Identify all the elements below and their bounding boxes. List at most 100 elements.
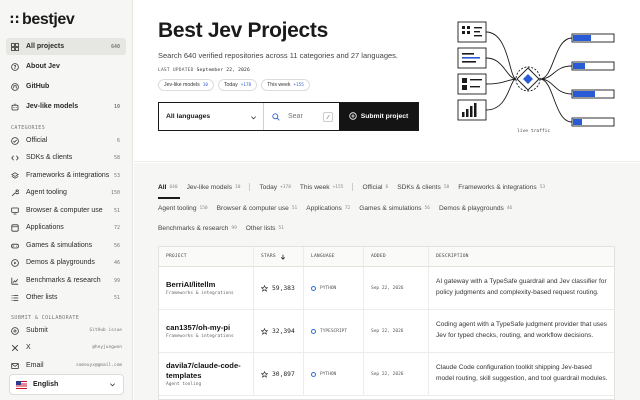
sidebar-item-label: Jev-like models [26,103,79,110]
sidebar-item-count: 58 [113,154,120,161]
project-category: Frameworks & integrations [166,291,234,297]
sidebar-item-meta: GitHub issue [89,328,122,333]
project-name[interactable]: davila7/claude-code-templates [166,361,253,380]
pill-jev-like-models[interactable]: Jev-like models 10 [158,79,214,91]
sidebar-item-github[interactable]: GitHub [6,78,126,95]
filter-count: 99 [231,226,237,231]
submit-project-label: Submit project [360,113,409,120]
filter-count: 46 [506,206,513,211]
project-name[interactable]: can1357/oh-my-pi [166,323,253,332]
sidebar-item-label: SDKs & clients [26,154,73,161]
sidebar-item-frameworks-integrations[interactable]: Frameworks & integrations 53 [6,167,126,184]
project-name[interactable]: BerriAI/litellm [166,280,253,289]
project-cell: davila7/claude-code-templates Agent tool… [159,353,254,395]
code-icon [11,154,19,162]
description-cell: Coding agent with a TypeSafe judgment pr… [436,321,608,339]
stars-value: 32,394 [272,327,295,335]
column-header-project[interactable]: PROJECT [159,247,254,266]
language-filter-select[interactable]: All languages [159,103,264,130]
tool-icon [11,189,19,197]
language-value: PYTHON [320,371,337,377]
column-header-language[interactable]: LANGUAGE [304,247,364,266]
filter-this-week[interactable]: This week +155 [300,184,344,191]
filter-count: 51 [278,226,284,231]
filter-games-simulations[interactable]: Games & simulations 56 [359,205,430,212]
sidebar-item-applications[interactable]: Applications 72 [6,219,126,236]
column-header-description: DESCRIPTION [436,254,469,259]
submit-project-button[interactable]: Submit project [339,103,418,130]
pill-value: 10 [202,82,208,88]
column-header-added[interactable]: ADDED [364,247,429,266]
sidebar-item-label: About Jev [26,63,60,70]
check-circle-icon [11,136,19,145]
filter-official[interactable]: Official 6 [362,184,388,191]
filter-label: All [158,183,167,191]
language-dot-icon [311,328,316,334]
layers-icon [11,171,19,180]
search-field [264,103,339,130]
filter-count: +155 [332,184,344,190]
filter-label: Frameworks & integrations [458,183,537,191]
filter-frameworks-integrations[interactable]: Frameworks & integrations 53 [458,184,545,191]
column-header-stars[interactable]: STARS [254,247,304,266]
filter-agent-tooling[interactable]: Agent tooling 150 [158,205,208,212]
sidebar-item-all-projects[interactable]: All projects 640 [6,38,126,55]
filter-divider [352,183,354,191]
app-icon [11,223,19,232]
project-category: Agent tooling [166,381,202,387]
search-bar: All languages Submit project [158,102,419,131]
filter-count: 150 [199,206,208,211]
filter-applications[interactable]: Applications 72 [306,205,350,212]
sidebar-item-label: X [26,344,31,351]
language-value: TYPESCRIPT [320,328,348,334]
sidebar-item-browser-computer-use[interactable]: Browser & computer use 51 [6,202,126,219]
language-select[interactable]: English [9,374,124,395]
sidebar-item-sdks-clients[interactable]: SDKs & clients 58 [6,149,126,166]
table-row[interactable]: can1357/oh-my-pi Frameworks & integratio… [159,310,614,353]
sidebar-item-demos-playgrounds[interactable]: Demos & playgrounds 46 [6,254,126,271]
filter-sdks-clients[interactable]: SDKs & clients 58 [397,184,449,191]
filter-row: Benchmarks & research 99 Other lists 51 [158,225,293,232]
sidebar-item-official[interactable]: Official 6 [6,132,126,149]
sidebar-item-submit[interactable]: Submit GitHub issue [6,322,126,339]
filter-today[interactable]: Today +178 [259,184,290,191]
sidebar-item-agent-tooling[interactable]: Agent tooling 150 [6,184,126,201]
filter-browser-computer-use[interactable]: Browser & computer use 51 [217,205,298,212]
filter-label: This week [299,183,330,191]
sidebar-item-about-jev[interactable]: ? About Jev [6,58,126,75]
search-input[interactable] [288,113,320,120]
filter-label: Applications [306,205,342,212]
project-cell: can1357/oh-my-pi Frameworks & integratio… [159,310,254,352]
filter-count: 10 [235,184,241,190]
filter-demos-playgrounds[interactable]: Demos & playgrounds 46 [439,205,512,212]
added-cell: Sep 22, 2026 [364,310,429,352]
filter-jev-like-models[interactable]: Jev-like models 10 [187,184,241,191]
stars-cell: 32,394 [254,310,304,352]
table-row[interactable]: davila7/claude-code-templates Agent tool… [159,353,614,396]
last-updated-date: September 22, 2026 [196,68,250,73]
sidebar-item-count: 53 [113,172,120,179]
sidebar-item-jev-like-models[interactable]: Jev-like models 10 [6,98,126,115]
pill-label: This week [267,82,291,88]
filter-count: 53 [539,184,546,190]
sidebar-item-email[interactable]: Email someuyx@gmail.com [6,357,126,374]
sidebar-item-other-lists[interactable]: Other lists 51 [6,289,126,306]
sidebar-item-label: Benchmarks & research [26,277,101,284]
main-content: All 640 Jev-like models 10 Today +178 This … [134,163,640,400]
star-icon [261,327,268,335]
sidebar-item-benchmarks-research[interactable]: Benchmarks & research 99 [6,272,126,289]
pill-today[interactable]: Today +178 [217,79,258,91]
filter-label: Agent tooling [158,205,197,212]
logo[interactable]: ∷ bestjev [10,11,75,29]
sidebar-item-games-simulations[interactable]: Games & simulations 56 [6,237,126,254]
pill-this-week[interactable]: This week +155 [261,79,310,91]
filter-benchmarks-research[interactable]: Benchmarks & research 99 [158,225,237,232]
sidebar-item-count: 640 [110,43,120,50]
filter-all[interactable]: All 640 [158,184,178,191]
submit-heading: SUBMIT & COLLABORATE [11,315,80,321]
filter-label: Benchmarks & research [158,225,229,232]
sidebar-item-x[interactable]: X @heyjungwon [6,339,126,356]
table-row[interactable]: BerriAI/litellm Frameworks & integration… [159,267,614,310]
filter-other-lists[interactable]: Other lists 51 [246,225,284,232]
stars-cell: 30,897 [254,353,304,395]
